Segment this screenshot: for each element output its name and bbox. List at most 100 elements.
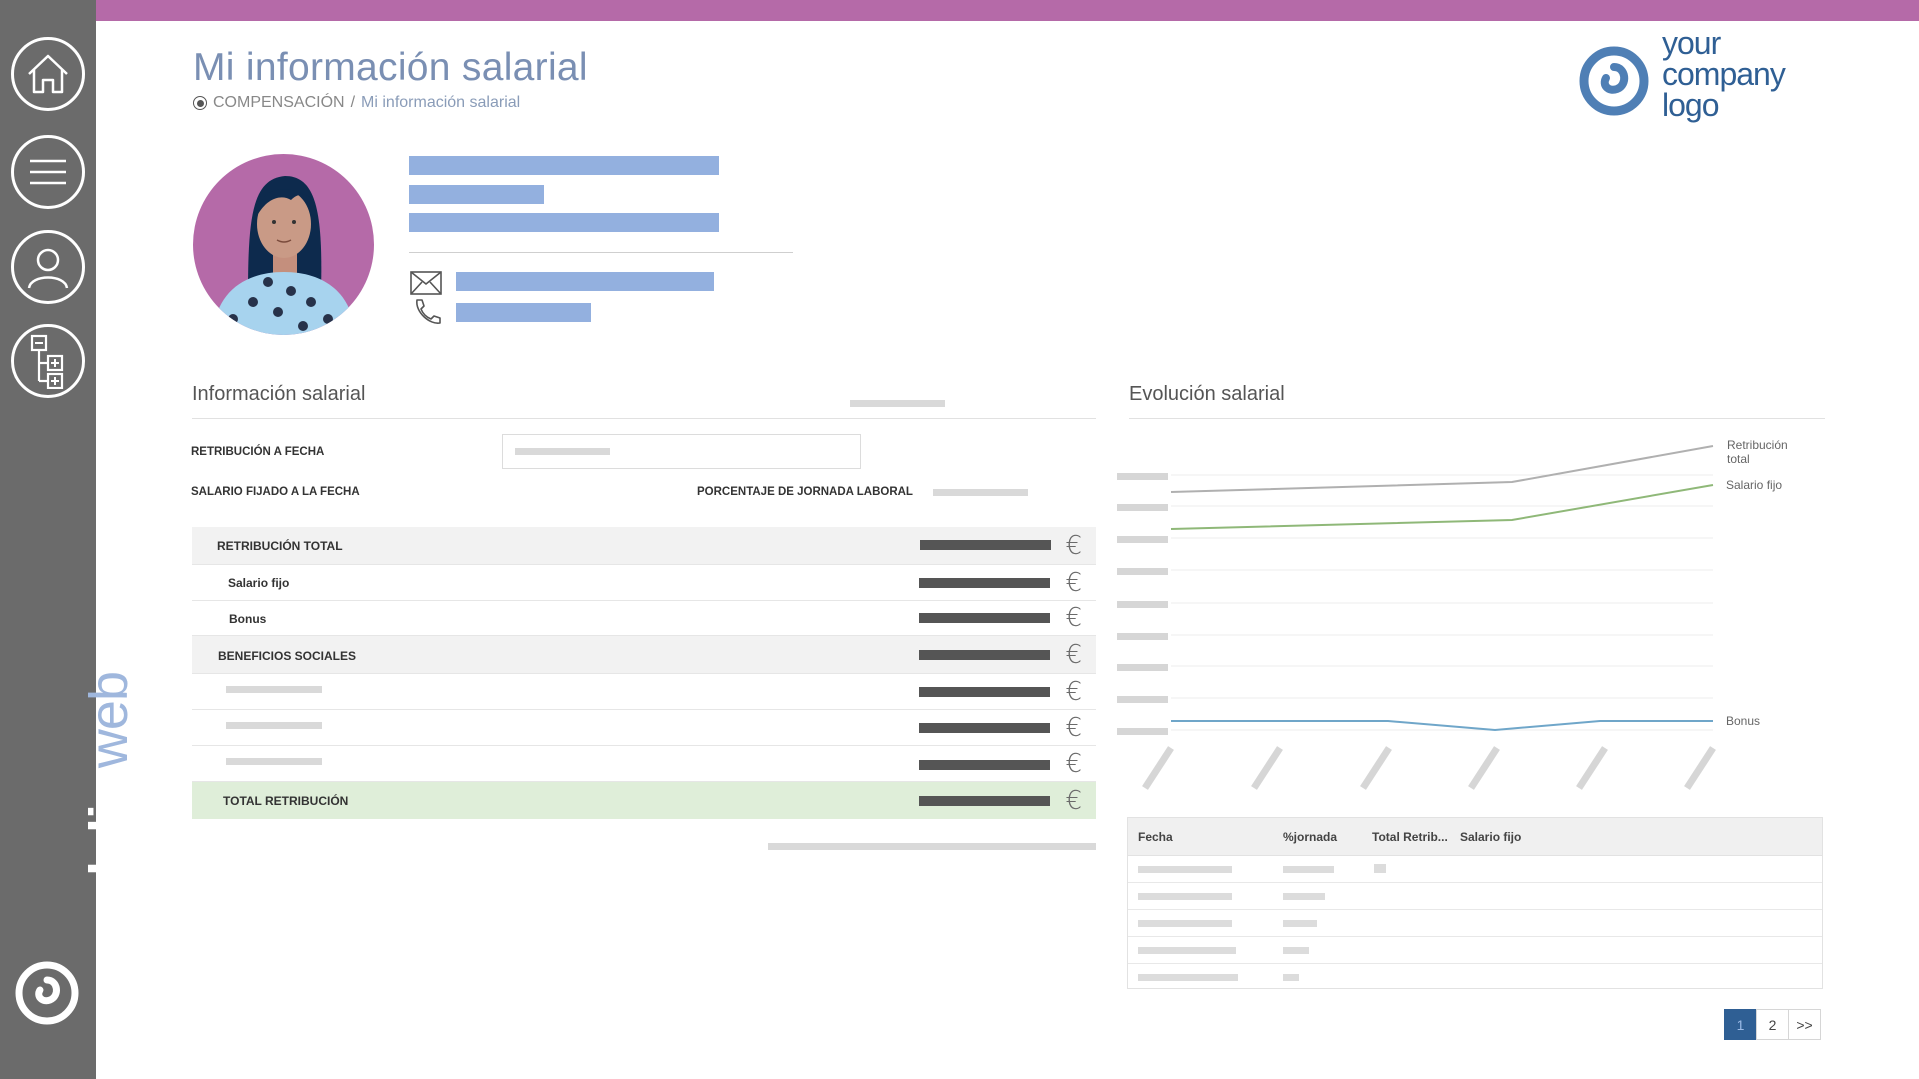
row-beneficio-1: €	[192, 674, 1096, 710]
salary-info-divider	[192, 418, 1096, 419]
salario-fijo-label: Salario fijo	[228, 576, 290, 590]
retribucion-total-label: RETRIBUCIÓN TOTAL	[217, 539, 343, 553]
org-chart-button[interactable]	[11, 324, 85, 398]
beneficio-amount	[919, 687, 1050, 697]
phone-icon	[416, 299, 441, 324]
retribucion-a-fecha-label: RETRIBUCIÓN A FECHA	[191, 446, 325, 458]
salary-evolution-title: Evolución salarial	[1129, 383, 1285, 405]
brand-light-text: web	[79, 672, 139, 769]
row-retribucion-total: RETRIBUCIÓN TOTAL €	[192, 527, 1096, 565]
cell-placeholder	[1283, 947, 1309, 954]
home-button[interactable]	[11, 37, 85, 111]
series-retribucion-total-line	[1170, 445, 1714, 493]
column-header-total-retrib[interactable]: Total Retrib...	[1372, 830, 1448, 844]
y-axis-tick-placeholders	[1117, 473, 1168, 735]
profile-phone-placeholder[interactable]	[456, 303, 591, 322]
legend-bonus: Bonus	[1726, 714, 1760, 728]
pagination: 1 2 >>	[1724, 1009, 1821, 1040]
salario-fijado-label: SALARIO FIJADO A LA FECHA	[191, 486, 360, 498]
y-tick-placeholder	[1117, 664, 1168, 671]
x-tick-placeholder	[1251, 746, 1283, 790]
menu-button[interactable]	[11, 135, 85, 209]
x-tick-placeholder	[1360, 746, 1392, 790]
profile-role-placeholder	[409, 185, 544, 204]
radio-dot-icon	[193, 96, 207, 110]
x-tick-placeholder	[1142, 746, 1174, 790]
cell-placeholder	[1283, 920, 1317, 927]
beneficios-sociales-label: BENEFICIOS SOCIALES	[218, 649, 357, 663]
row-total-retribucion: TOTAL RETRIBUCIÓN €	[192, 782, 1096, 819]
retribucion-a-fecha-input[interactable]	[502, 434, 861, 469]
user-icon	[27, 248, 69, 289]
total-retribucion-amount	[919, 796, 1050, 806]
sidebar: endalia®web	[0, 0, 139, 1079]
profile-email-placeholder[interactable]	[456, 272, 714, 291]
breadcrumb-section[interactable]: COMPENSACIÓN	[213, 94, 345, 112]
euro-symbol: €	[1065, 603, 1082, 633]
avatar	[193, 154, 374, 335]
porcentaje-jornada-value-placeholder	[933, 489, 1028, 496]
table-row[interactable]	[1128, 937, 1822, 964]
y-tick-placeholder	[1117, 473, 1168, 480]
profile-name-placeholder	[409, 156, 719, 175]
euro-symbol: €	[1065, 677, 1082, 707]
company-logo-swirl-icon	[1579, 46, 1649, 116]
y-tick-placeholder	[1117, 504, 1168, 511]
y-tick-placeholder	[1117, 601, 1168, 608]
column-header-fecha[interactable]: Fecha	[1138, 830, 1173, 844]
page-title: Mi información salarial	[193, 46, 588, 89]
avatar-illustration	[213, 176, 355, 335]
salary-info-date-placeholder	[850, 400, 945, 407]
beneficio-amount	[919, 723, 1050, 733]
cell-placeholder	[1138, 920, 1232, 927]
next-page-button[interactable]: >>	[1788, 1009, 1821, 1040]
beneficio-label-placeholder	[226, 722, 322, 729]
input-value-placeholder	[515, 448, 610, 455]
table-row[interactable]	[1128, 856, 1822, 883]
chart-gridlines	[1171, 474, 1713, 731]
logo-line-2: company	[1662, 56, 1786, 92]
endalia-swirl-icon	[15, 961, 79, 1025]
page-1-button[interactable]: 1	[1724, 1009, 1757, 1040]
column-header-jornada[interactable]: %jornada	[1283, 830, 1337, 844]
x-tick-placeholder	[1576, 746, 1608, 790]
series-salario-fijo-line	[1170, 484, 1714, 530]
x-axis-tick-placeholders	[1142, 746, 1716, 790]
top-accent-bar	[96, 0, 1919, 21]
y-tick-placeholder	[1117, 536, 1168, 543]
home-icon	[28, 54, 68, 94]
legend-retribucion-total-line1: Retribución	[1727, 438, 1788, 452]
euro-symbol: €	[1065, 749, 1082, 779]
page-2-button[interactable]: 2	[1756, 1009, 1789, 1040]
salary-evolution-divider	[1129, 418, 1825, 419]
cell-placeholder	[1283, 893, 1325, 900]
legend-retribucion-total-line2: total	[1727, 452, 1750, 466]
table-row[interactable]	[1128, 883, 1822, 910]
salario-fijo-amount	[919, 578, 1050, 588]
cell-placeholder	[1374, 864, 1386, 873]
breadcrumb-current: Mi información salarial	[361, 94, 521, 111]
company-logo-text: your company logo	[1662, 27, 1786, 121]
table-row[interactable]	[1128, 964, 1822, 991]
table-header: Fecha %jornada Total Retrib... Salario f…	[1128, 818, 1822, 856]
endalia-brand: endalia®web	[10, 670, 139, 1030]
beneficios-sociales-amount	[919, 650, 1050, 660]
profile-department-placeholder	[409, 213, 719, 232]
beneficio-label-placeholder	[226, 686, 322, 693]
retribucion-total-amount	[920, 540, 1051, 550]
y-tick-placeholder	[1117, 633, 1168, 640]
bonus-amount	[919, 613, 1050, 623]
brand-registered-mark: ®	[102, 768, 116, 776]
row-beneficio-3: €	[192, 746, 1096, 782]
cell-placeholder	[1283, 866, 1334, 873]
table-row[interactable]	[1128, 910, 1822, 937]
breadcrumb: COMPENSACIÓN / Mi información salarial	[193, 94, 520, 112]
bonus-label: Bonus	[229, 612, 267, 626]
euro-symbol: €	[1065, 713, 1082, 743]
row-salario-fijo: Salario fijo €	[192, 565, 1096, 601]
column-header-salario-fijo[interactable]: Salario fijo	[1460, 830, 1521, 844]
brand-bold-text: endalia	[79, 775, 139, 955]
profile-button[interactable]	[11, 230, 85, 304]
salary-history-table: Fecha %jornada Total Retrib... Salario f…	[1127, 817, 1823, 989]
salary-evolution-chart: Retribución total Salario fijo Bonus	[1117, 438, 1788, 790]
